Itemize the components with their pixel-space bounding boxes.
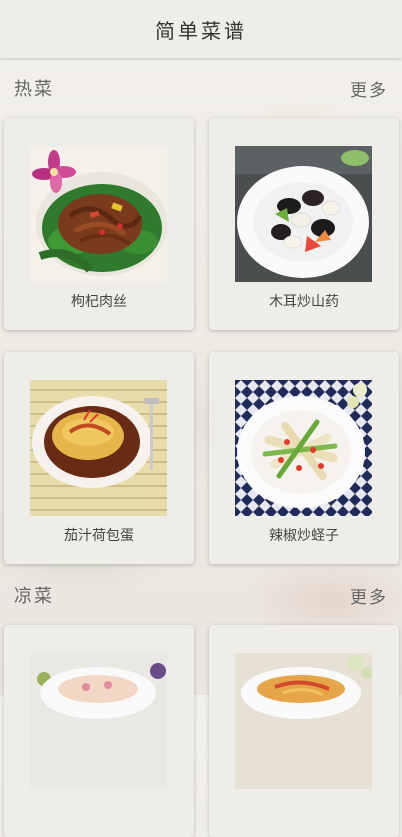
recipe-name: 枸杞肉丝 (71, 294, 127, 310)
app-title: 简单菜谱 (155, 18, 247, 43)
section-title: 热菜 (14, 79, 54, 100)
recipe-name: 木耳炒山药 (269, 294, 339, 310)
recipe-photo (235, 380, 372, 516)
recipe-photo (30, 380, 167, 516)
section-header-cold: 凉菜 更多 (0, 575, 402, 615)
recipe-name: 辣椒炒蛏子 (269, 528, 339, 544)
recipe-photo (235, 653, 372, 789)
recipe-card[interactable]: 枸杞肉丝 (4, 118, 194, 330)
recipe-photo (235, 146, 372, 282)
app-header: 简单菜谱 (0, 0, 402, 58)
recipe-photo (30, 653, 167, 789)
recipe-card[interactable]: 辣椒炒蛏子 (209, 352, 399, 564)
recipe-card[interactable]: 茄汁荷包蛋 (4, 352, 194, 564)
recipe-name: 茄汁荷包蛋 (64, 528, 134, 544)
more-link[interactable]: 更多 (350, 583, 388, 608)
section-header-hot: 热菜 更多 (0, 68, 402, 108)
recipe-card[interactable] (4, 625, 194, 837)
recipe-card[interactable]: 木耳炒山药 (209, 118, 399, 330)
section-title: 凉菜 (14, 586, 54, 607)
recipe-card[interactable] (209, 625, 399, 837)
recipe-photo (30, 146, 167, 282)
more-link[interactable]: 更多 (350, 76, 388, 101)
